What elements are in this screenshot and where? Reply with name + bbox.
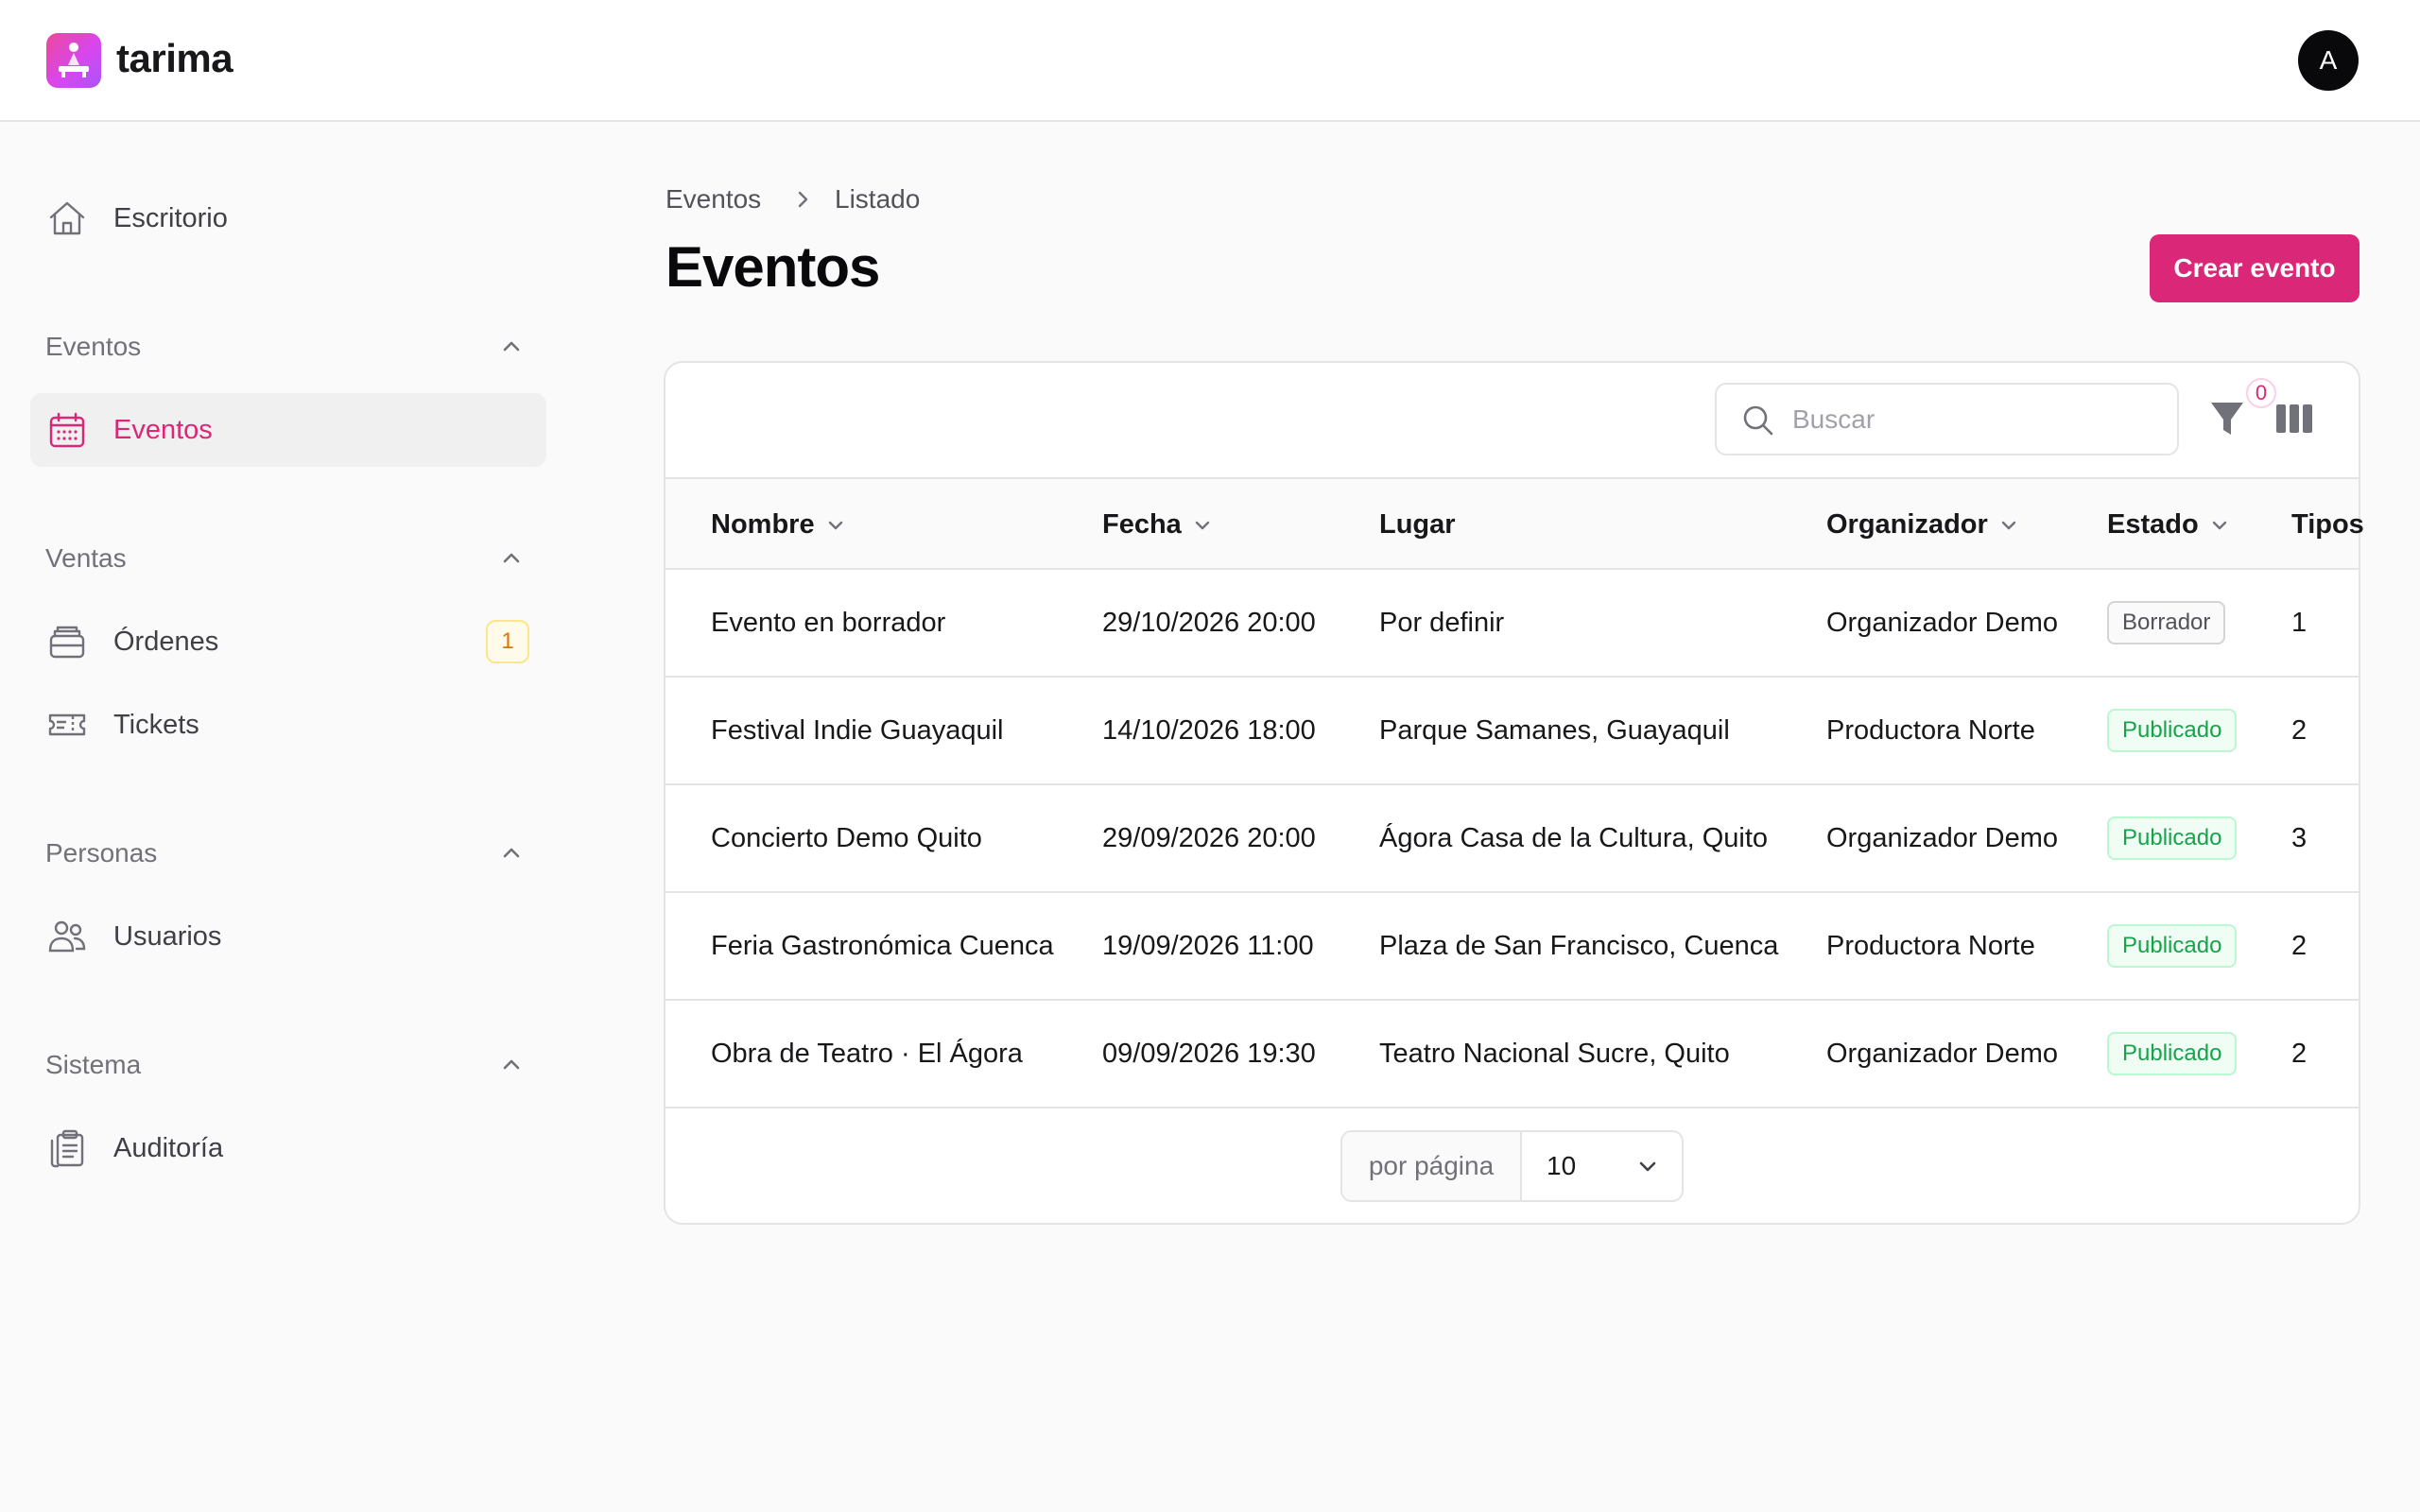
search-field[interactable] bbox=[1715, 383, 2179, 455]
column-header-tipos: Tipos bbox=[2291, 479, 2364, 570]
cell-lugar: Parque Samanes, Guayaquil bbox=[1379, 715, 1730, 746]
cell-tipos: 3 bbox=[2291, 823, 2308, 853]
per-page-label: por página bbox=[1342, 1132, 1522, 1200]
cell-lugar: Plaza de San Francisco, Cuenca bbox=[1379, 931, 1779, 961]
per-page-select[interactable]: por página 10 bbox=[1340, 1130, 1684, 1202]
cell-tipos: 2 bbox=[2291, 1039, 2308, 1069]
sidebar-item-label: Órdenes bbox=[113, 627, 219, 657]
table-row[interactable]: Concierto Demo Quito 29/09/2026 20:00 Ág… bbox=[666, 785, 2359, 893]
column-header-organizador[interactable]: Organizador bbox=[1826, 479, 2020, 570]
cell-organizador: Organizador Demo bbox=[1826, 823, 2058, 853]
cell-fecha: 19/09/2026 11:00 bbox=[1102, 931, 1314, 961]
status-badge: Publicado bbox=[2107, 1032, 2238, 1075]
sidebar-item-auditoria[interactable]: Auditoría bbox=[30, 1111, 546, 1185]
user-avatar[interactable]: A bbox=[2298, 30, 2359, 91]
sidebar-item-eventos[interactable]: Eventos bbox=[30, 393, 546, 467]
sidebar-item-escritorio[interactable]: Escritorio bbox=[30, 181, 546, 255]
brand-name[interactable]: tarima bbox=[116, 36, 233, 81]
filter-count-badge: 0 bbox=[2246, 378, 2276, 408]
cell-tipos: 2 bbox=[2291, 715, 2308, 746]
column-header-lugar: Lugar bbox=[1379, 479, 1456, 570]
table-header: Nombre Fecha Lugar Organizador Estado Ti… bbox=[666, 477, 2364, 570]
column-header-label: Fecha bbox=[1102, 509, 1182, 540]
cell-fecha: 29/10/2026 20:00 bbox=[1102, 608, 1316, 638]
cell-fecha: 14/10/2026 18:00 bbox=[1102, 715, 1316, 746]
cell-nombre: Feria Gastronómica Cuenca bbox=[711, 931, 1054, 961]
cell-organizador: Organizador Demo bbox=[1826, 608, 2058, 638]
cell-organizador: Organizador Demo bbox=[1826, 1039, 2058, 1069]
column-header-label: Organizador bbox=[1826, 509, 1988, 540]
filter-icon[interactable] bbox=[2208, 397, 2246, 440]
chevron-down-icon bbox=[2212, 522, 2226, 530]
chevron-down-icon bbox=[828, 522, 842, 530]
chevron-right-icon bbox=[798, 191, 808, 208]
cell-lugar: Ágora Casa de la Cultura, Quito bbox=[1379, 823, 1769, 853]
table-row[interactable]: Obra de Teatro · El Ágora 09/09/2026 19:… bbox=[666, 1001, 2359, 1108]
sidebar-item-label: Usuarios bbox=[113, 921, 222, 952]
status-badge: Publicado bbox=[2107, 924, 2238, 968]
search-icon bbox=[1743, 405, 1773, 436]
group-label-ventas: Ventas bbox=[45, 543, 127, 573]
column-header-label: Nombre bbox=[711, 509, 815, 540]
create-event-button[interactable]: Crear evento bbox=[2150, 234, 2360, 302]
cell-lugar: Teatro Nacional Sucre, Quito bbox=[1379, 1039, 1730, 1069]
cell-nombre: Obra de Teatro · El Ágora bbox=[711, 1039, 1023, 1069]
orders-count-badge: 1 bbox=[486, 620, 529, 663]
sidebar-item-ordenes[interactable]: Órdenes 1 bbox=[30, 605, 546, 679]
chevron-up-icon[interactable] bbox=[497, 332, 526, 360]
ticket-icon bbox=[48, 713, 86, 736]
column-header-label: Lugar bbox=[1379, 509, 1456, 540]
calendar-icon bbox=[49, 412, 85, 448]
chevron-down-icon bbox=[1639, 1161, 1656, 1172]
clipboard-icon bbox=[50, 1129, 84, 1168]
top-bar: tarima A bbox=[0, 0, 2420, 122]
column-header-fecha[interactable]: Fecha bbox=[1102, 479, 1214, 570]
table-row[interactable]: Festival Indie Guayaquil 14/10/2026 18:0… bbox=[666, 678, 2359, 785]
breadcrumb-item-eventos[interactable]: Eventos bbox=[666, 184, 761, 215]
group-label-sistema: Sistema bbox=[45, 1050, 142, 1079]
column-header-label: Estado bbox=[2107, 509, 2199, 540]
status-badge: Borrador bbox=[2107, 601, 2226, 644]
columns-icon[interactable] bbox=[2276, 404, 2312, 433]
table-row[interactable]: Evento en borrador 29/10/2026 20:00 Por … bbox=[666, 570, 2359, 678]
search-input[interactable] bbox=[1792, 396, 2161, 443]
status-badge: Publicado bbox=[2107, 816, 2238, 860]
cell-nombre: Festival Indie Guayaquil bbox=[711, 715, 1004, 746]
inbox-icon bbox=[49, 626, 85, 659]
sidebar-item-label: Tickets bbox=[113, 710, 199, 740]
sidebar-item-usuarios[interactable]: Usuarios bbox=[30, 900, 546, 973]
cell-organizador: Productora Norte bbox=[1826, 715, 2035, 746]
home-icon bbox=[49, 201, 85, 235]
chevron-up-icon[interactable] bbox=[497, 543, 526, 572]
sidebar-item-label: Eventos bbox=[113, 415, 213, 445]
page-title: Eventos bbox=[666, 235, 880, 299]
sidebar-item-label: Escritorio bbox=[113, 203, 228, 233]
users-icon bbox=[48, 920, 86, 953]
cell-tipos: 2 bbox=[2291, 931, 2308, 961]
chevron-up-icon[interactable] bbox=[497, 838, 526, 867]
breadcrumb-item-listado: Listado bbox=[835, 184, 921, 214]
table-row[interactable]: Feria Gastronómica Cuenca 19/09/2026 11:… bbox=[666, 893, 2359, 1001]
chevron-down-icon bbox=[1195, 522, 1210, 530]
cell-tipos: 1 bbox=[2291, 608, 2308, 638]
column-header-nombre[interactable]: Nombre bbox=[711, 479, 847, 570]
group-label-eventos: Eventos bbox=[45, 332, 142, 361]
tarima-logo-icon[interactable] bbox=[46, 33, 101, 88]
per-page-value: 10 bbox=[1547, 1151, 1577, 1180]
cell-nombre: Concierto Demo Quito bbox=[711, 823, 982, 853]
cell-organizador: Productora Norte bbox=[1826, 931, 2035, 961]
cell-nombre: Evento en borrador bbox=[711, 608, 946, 638]
cell-lugar: Por definir bbox=[1379, 608, 1505, 638]
chevron-up-icon[interactable] bbox=[497, 1050, 526, 1078]
sidebar-item-tickets[interactable]: Tickets bbox=[30, 688, 546, 762]
cell-fecha: 29/09/2026 20:00 bbox=[1102, 823, 1316, 853]
cell-fecha: 09/09/2026 19:30 bbox=[1102, 1039, 1316, 1069]
chevron-down-icon bbox=[2001, 522, 2016, 530]
column-header-label: Tipos bbox=[2291, 509, 2364, 540]
group-label-personas: Personas bbox=[45, 838, 158, 868]
column-header-estado[interactable]: Estado bbox=[2107, 479, 2231, 570]
status-badge: Publicado bbox=[2107, 709, 2238, 752]
sidebar-item-label: Auditoría bbox=[113, 1133, 224, 1163]
